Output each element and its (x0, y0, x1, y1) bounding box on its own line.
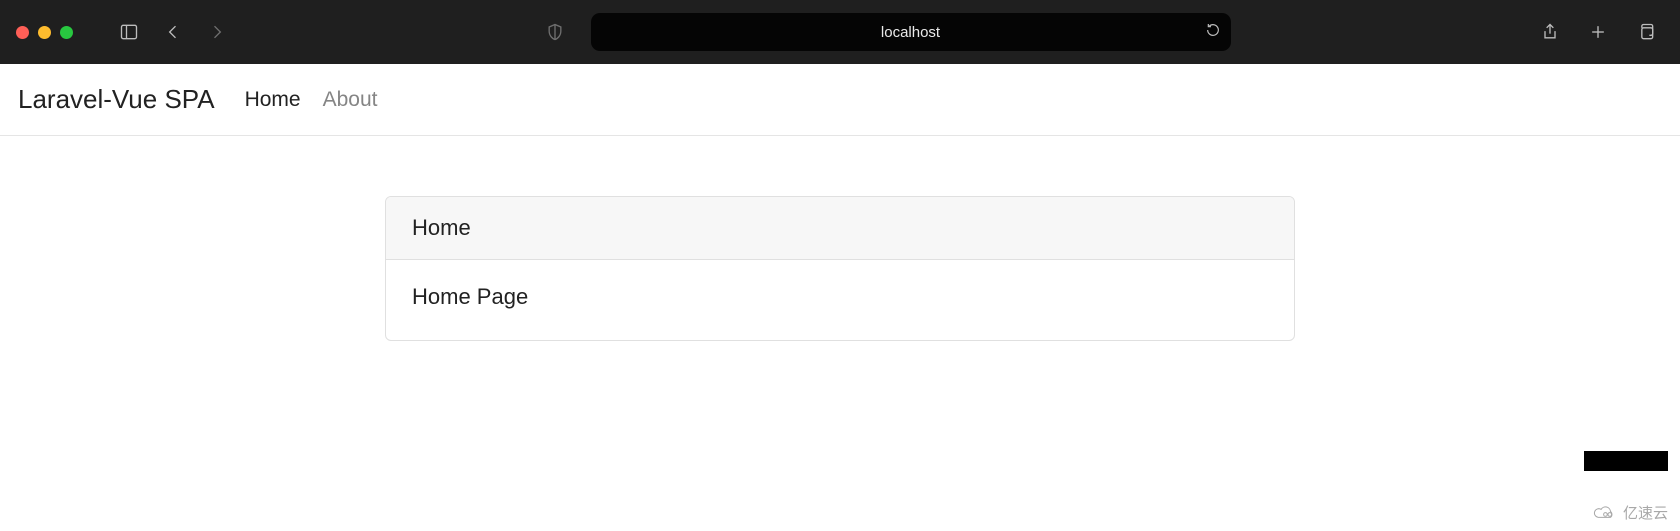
sidebar-toggle-button[interactable] (111, 14, 147, 50)
redaction-bar (1584, 451, 1668, 471)
address-bar-text: localhost (881, 24, 940, 41)
shield-icon (545, 22, 565, 42)
privacy-shield-button[interactable] (537, 14, 573, 50)
zoom-window-button[interactable] (60, 26, 73, 39)
app-navbar: Laravel-Vue SPA Home About (0, 64, 1680, 136)
sidebar-icon (119, 22, 139, 42)
card-body: Home Page (386, 260, 1294, 340)
brand-title[interactable]: Laravel-Vue SPA (18, 84, 215, 115)
forward-button[interactable] (199, 14, 235, 50)
chevron-left-icon (163, 22, 183, 42)
share-button[interactable] (1532, 14, 1568, 50)
new-tab-button[interactable] (1580, 14, 1616, 50)
address-bar[interactable]: localhost (591, 13, 1231, 51)
nav-links: Home About (245, 88, 378, 112)
main-content: Home Home Page (0, 136, 1680, 341)
nav-link-home[interactable]: Home (245, 88, 301, 112)
content-card: Home Home Page (385, 196, 1295, 341)
share-icon (1540, 22, 1560, 42)
toolbar-right-group (1532, 14, 1664, 50)
cloud-icon (1591, 504, 1617, 522)
browser-toolbar: localhost (0, 0, 1680, 64)
close-window-button[interactable] (16, 26, 29, 39)
reload-button[interactable] (1205, 22, 1221, 42)
reload-icon (1205, 22, 1221, 38)
nav-link-about[interactable]: About (323, 88, 378, 112)
plus-icon (1588, 22, 1608, 42)
card-header: Home (386, 197, 1294, 260)
tab-overview-button[interactable] (1628, 14, 1664, 50)
tabs-icon (1636, 22, 1656, 42)
window-controls (16, 26, 73, 39)
minimize-window-button[interactable] (38, 26, 51, 39)
watermark: 亿速云 (1591, 502, 1668, 523)
watermark-text: 亿速云 (1623, 502, 1668, 523)
back-button[interactable] (155, 14, 191, 50)
chevron-right-icon (207, 22, 227, 42)
